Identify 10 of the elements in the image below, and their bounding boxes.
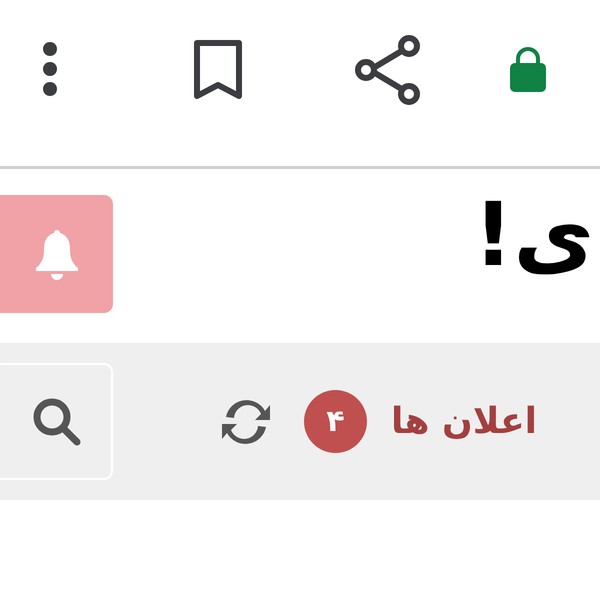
more-menu-icon[interactable] [41,40,59,98]
search-icon [32,396,82,446]
lock-icon[interactable] [509,46,547,93]
notifications-title: اعلان ها [391,400,538,444]
notification-count-badge: ۴ [304,390,367,453]
bookmark-icon[interactable] [193,39,243,102]
share-icon[interactable] [354,35,422,105]
search-button[interactable] [0,363,113,480]
page-heading: ی! [473,191,595,279]
bell-icon [34,228,80,280]
